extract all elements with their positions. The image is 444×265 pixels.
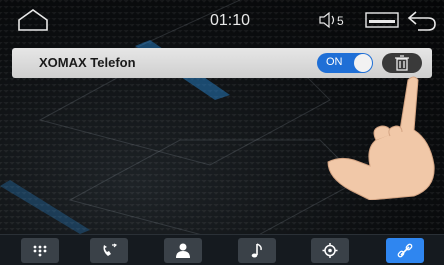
bottom-nav-bar bbox=[0, 234, 444, 265]
nav-dialpad-button[interactable] bbox=[21, 238, 59, 263]
contacts-icon bbox=[176, 243, 190, 258]
nav-call-log-button[interactable] bbox=[90, 238, 128, 263]
toggle-label: ON bbox=[326, 56, 343, 68]
music-icon bbox=[251, 243, 262, 258]
status-bar: 01:10 5 bbox=[0, 0, 444, 40]
bluetooth-phone-screen: 01:10 5 XOMAX Telefon ON bbox=[0, 0, 444, 265]
window-icon[interactable] bbox=[365, 11, 399, 29]
nav-music-button[interactable] bbox=[238, 238, 276, 263]
nav-contacts-button[interactable] bbox=[164, 238, 202, 263]
call-log-icon bbox=[103, 243, 118, 256]
dialpad-icon bbox=[33, 245, 47, 257]
nav-link-button[interactable] bbox=[386, 238, 424, 263]
back-icon[interactable] bbox=[406, 8, 438, 32]
nav-settings-button[interactable] bbox=[311, 238, 349, 263]
clock-time: 01:10 bbox=[209, 12, 251, 29]
volume-level: 5 bbox=[337, 14, 344, 28]
device-name: XOMAX Telefon bbox=[39, 55, 136, 70]
home-icon[interactable] bbox=[16, 8, 50, 32]
pointing-hand-illustration bbox=[327, 76, 435, 200]
link-icon bbox=[397, 243, 413, 258]
settings-icon bbox=[322, 243, 338, 258]
